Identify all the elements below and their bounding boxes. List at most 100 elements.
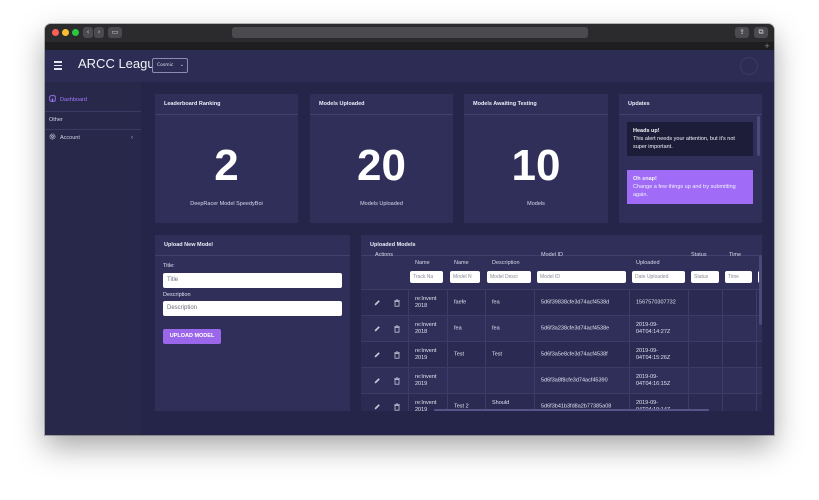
table-row[interactable]: re:Invent 2019 Test Test 5d6f3a5e8cfe3d74acf… <box>361 341 762 367</box>
column-divider <box>534 290 535 315</box>
column-divider <box>629 290 630 315</box>
sidebar-toggle-icon[interactable]: ▭ <box>108 27 122 38</box>
column-divider <box>688 290 689 315</box>
uploaded-text: 2019-09- <box>636 347 659 354</box>
divider <box>619 114 762 115</box>
column-divider <box>447 368 448 393</box>
name-filter-input[interactable]: Model N <box>450 271 480 283</box>
edit-icon[interactable] <box>373 351 381 359</box>
column-divider <box>534 342 535 367</box>
minimize-window-button[interactable] <box>62 29 69 36</box>
table-row[interactable]: re:Invent 2018 fea fea 5d6f3a238cfe3d74acf45… <box>361 315 762 341</box>
trash-icon[interactable] <box>393 350 401 359</box>
new-tab-icon[interactable]: + <box>763 42 771 50</box>
menu-icon[interactable] <box>54 61 62 70</box>
alert-heading: Oh snap! <box>633 176 657 182</box>
column-header[interactable]: Time <box>729 252 741 258</box>
uploaded-text: 04T04:16:15Z <box>636 380 671 387</box>
column-divider <box>756 394 757 411</box>
avatar[interactable] <box>740 57 758 75</box>
title-label: Title: <box>163 263 175 269</box>
forward-icon[interactable]: › <box>94 27 104 38</box>
column-divider <box>485 316 486 341</box>
upload-model-button[interactable]: UPLOAD MODEL <box>163 329 221 344</box>
sidebar-item-label: Dashboard <box>60 97 87 103</box>
column-header[interactable]: Name <box>415 260 430 266</box>
edit-icon[interactable] <box>373 325 381 333</box>
trash-icon[interactable] <box>393 402 401 411</box>
scrollbar[interactable] <box>757 116 760 156</box>
column-divider <box>688 368 689 393</box>
column-divider <box>688 316 689 341</box>
column-divider <box>408 394 409 411</box>
close-window-button[interactable] <box>52 29 59 36</box>
column-divider <box>408 368 409 393</box>
zoom-window-button[interactable] <box>72 29 79 36</box>
column-divider <box>408 316 409 341</box>
trash-icon[interactable] <box>393 298 401 307</box>
models-uploaded-card: Models Uploaded 20 Models Uploaded <box>310 94 453 223</box>
description-cell: Test <box>492 351 502 358</box>
error-alert: Oh snap! Change a few things up and try … <box>627 170 753 204</box>
gear-icon <box>49 133 56 140</box>
name-cell: fea <box>454 325 462 331</box>
description-input[interactable]: Description <box>163 301 342 316</box>
theme-select[interactable]: Cosmic ⌄ <box>152 58 188 73</box>
column-header[interactable]: Uploaded <box>636 260 660 266</box>
sidebar-item-account[interactable]: Account ‹ <box>45 129 141 147</box>
name-cell: Test <box>454 351 465 357</box>
title-input[interactable]: Title <box>163 273 342 288</box>
column-divider <box>722 394 723 411</box>
sidebar-item-label: Account <box>60 135 80 141</box>
tab-strip: + <box>45 42 774 50</box>
table-row[interactable]: re:Invent 2018 faefe fea 5d6f39838cfe3d74acf… <box>361 289 762 315</box>
models-awaiting-value: 10 <box>511 141 561 190</box>
description-filter-input[interactable]: Model Descr <box>487 271 531 283</box>
trash-icon[interactable] <box>393 376 401 385</box>
model-id-filter-input[interactable]: Model ID <box>537 271 626 283</box>
date-filter-input[interactable]: Date Uploaded <box>632 271 685 283</box>
description-cell: fea <box>492 299 500 306</box>
column-divider <box>756 368 757 393</box>
uploaded-text: 2019-09- <box>636 373 659 380</box>
divider <box>464 114 608 115</box>
track-filter-input[interactable]: Track Na <box>410 271 443 283</box>
browser-toolbar: ‹ › ▭ ⇪ ⧉ <box>45 24 774 42</box>
edit-icon[interactable] <box>373 377 381 385</box>
sidebar-item-other[interactable]: Other <box>45 111 141 129</box>
time-filter-input[interactable]: Time <box>725 271 752 283</box>
card-title: Models Uploaded <box>319 101 365 107</box>
description-text: fea <box>492 325 500 331</box>
address-bar[interactable] <box>232 27 588 38</box>
edit-icon[interactable] <box>373 299 381 307</box>
sidebar-item-dashboard[interactable]: Dashboard <box>45 91 141 109</box>
leaderboard-ranking-card: Leaderboard Ranking 2 DeepRacer Model Sp… <box>155 94 298 223</box>
ranking-value: 2 <box>214 141 239 190</box>
column-header[interactable]: Status <box>691 252 707 258</box>
column-header[interactable]: Name <box>454 260 469 266</box>
alert-body: Change a few things up and try submittin… <box>633 184 736 198</box>
column-divider <box>756 316 757 341</box>
vertical-scrollbar[interactable] <box>759 255 762 325</box>
description-text: fea <box>492 299 500 305</box>
table-row[interactable]: re:Invent 2019 5d6f3a8f8cfe3d74acf45390 201… <box>361 367 762 393</box>
uploaded-cell: 1567570307732 <box>636 299 676 306</box>
alert-heading: Heads up! <box>633 128 660 134</box>
column-divider <box>722 342 723 367</box>
description-label: Description <box>163 292 191 298</box>
description-text: Should <box>492 399 510 406</box>
upload-model-card: Upload New Model Title: Title Descriptio… <box>155 235 350 411</box>
tabs-overview-icon[interactable]: ⧉ <box>754 27 768 38</box>
column-divider <box>485 368 486 393</box>
horizontal-scrollbar[interactable] <box>434 409 709 411</box>
main-content: Leaderboard Ranking 2 DeepRacer Model Sp… <box>141 82 774 435</box>
column-header[interactable]: Model ID <box>541 252 563 258</box>
status-filter-input[interactable]: Status <box>691 271 719 283</box>
share-icon[interactable]: ⇪ <box>735 27 749 38</box>
trash-icon[interactable] <box>393 324 401 333</box>
track-text: 2019 <box>415 354 428 361</box>
updates-card: Updates Heads up! This alert needs your … <box>619 94 762 223</box>
edit-icon[interactable] <box>373 403 381 411</box>
back-icon[interactable]: ‹ <box>83 27 93 38</box>
column-header[interactable]: Description <box>492 260 520 266</box>
